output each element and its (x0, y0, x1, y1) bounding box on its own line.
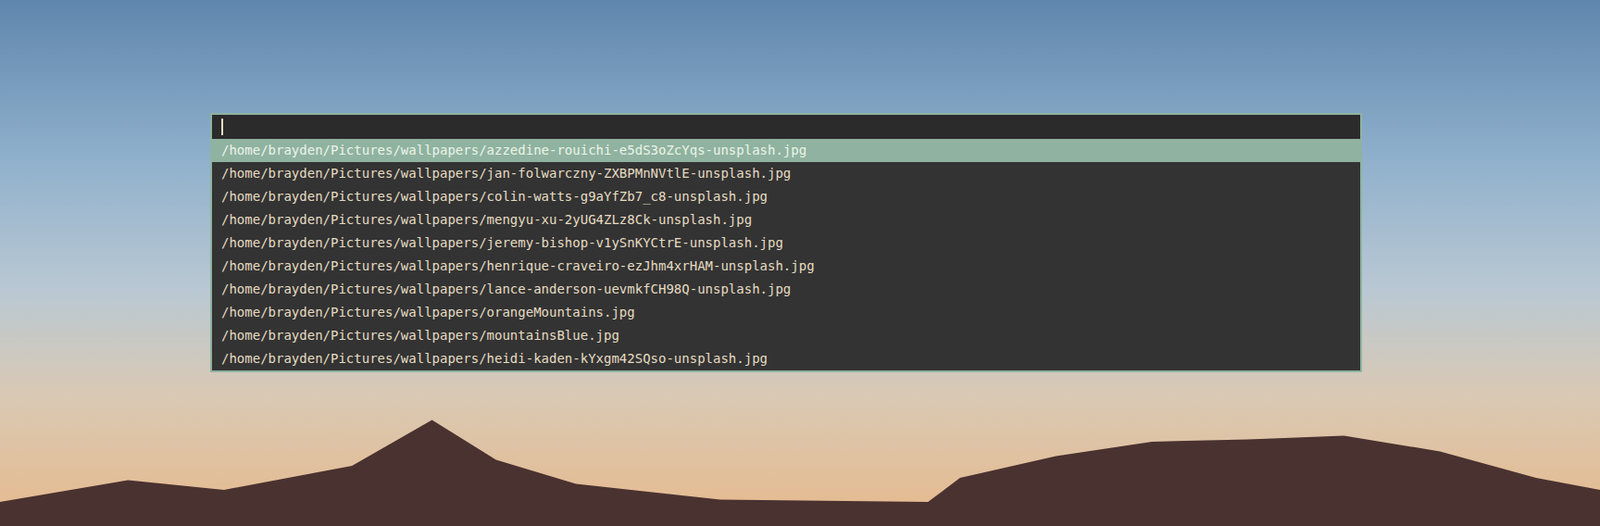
desktop-wallpaper: /home/brayden/Pictures/wallpapers/azzedi… (0, 0, 1600, 526)
wallpaper-photo (0, 405, 1600, 526)
text-cursor (221, 118, 224, 136)
result-row[interactable]: /home/brayden/Pictures/wallpapers/azzedi… (212, 138, 1361, 163)
result-path: /home/brayden/Pictures/wallpapers/colin-… (221, 188, 768, 204)
result-path: /home/brayden/Pictures/wallpapers/mounta… (221, 327, 620, 343)
result-path: /home/brayden/Pictures/wallpapers/orange… (221, 304, 636, 320)
result-row[interactable]: /home/brayden/Pictures/wallpapers/lance-… (212, 277, 1361, 301)
search-input[interactable] (212, 114, 1361, 139)
result-path: /home/brayden/Pictures/wallpapers/heidi-… (221, 350, 768, 366)
result-row[interactable]: /home/brayden/Pictures/wallpapers/orange… (212, 300, 1361, 325)
result-row[interactable]: /home/brayden/Pictures/wallpapers/henriq… (212, 254, 1361, 278)
result-list: /home/brayden/Pictures/wallpapers/azzedi… (212, 138, 1361, 371)
result-row[interactable]: /home/brayden/Pictures/wallpapers/colin-… (212, 185, 1361, 209)
result-row[interactable]: /home/brayden/Pictures/wallpapers/mengyu… (212, 208, 1361, 232)
result-path: /home/brayden/Pictures/wallpapers/mengyu… (221, 212, 752, 227)
result-path: /home/brayden/Pictures/wallpapers/jan-fo… (221, 165, 791, 181)
result-row[interactable]: /home/brayden/Pictures/wallpapers/heidi-… (212, 347, 1361, 371)
result-path: /home/brayden/Pictures/wallpapers/lance-… (221, 281, 791, 297)
result-row[interactable]: /home/brayden/Pictures/wallpapers/mounta… (212, 324, 1361, 348)
result-path: /home/brayden/Pictures/wallpapers/henriq… (221, 258, 815, 274)
result-row[interactable]: /home/brayden/Pictures/wallpapers/jeremy… (212, 231, 1361, 255)
result-path: /home/brayden/Pictures/wallpapers/jeremy… (221, 235, 784, 250)
result-path: /home/brayden/Pictures/wallpapers/azzedi… (221, 142, 807, 158)
launcher: /home/brayden/Pictures/wallpapers/azzedi… (210, 112, 1363, 373)
result-row[interactable]: /home/brayden/Pictures/wallpapers/jan-fo… (212, 162, 1361, 186)
